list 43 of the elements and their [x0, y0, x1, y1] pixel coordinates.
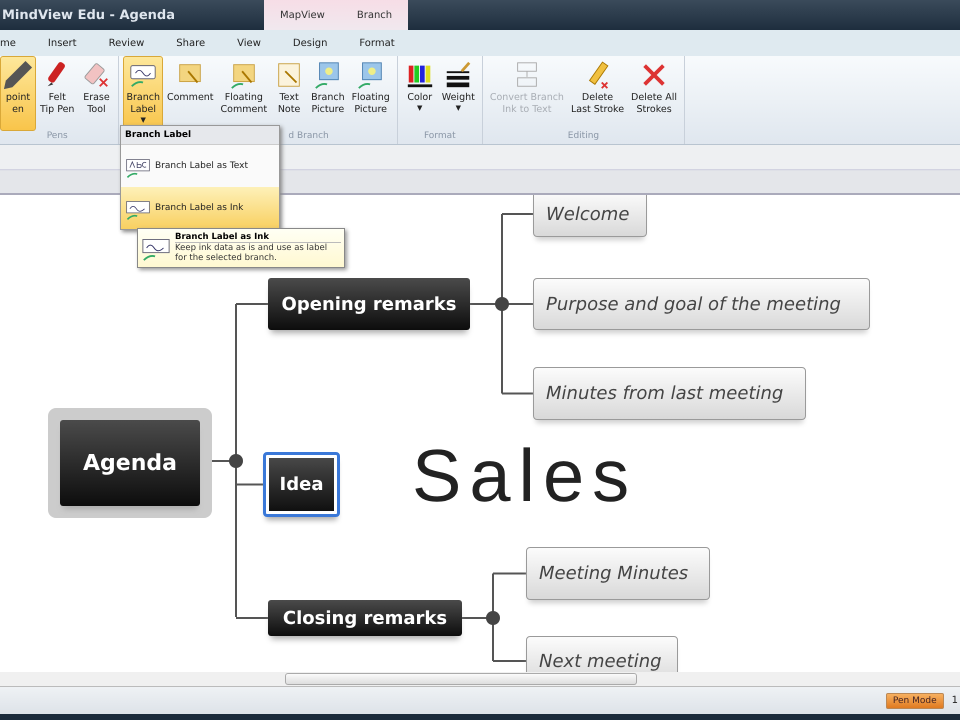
handwritten-text: Sales: [412, 433, 638, 518]
ribbon-tab[interactable]: Design: [276, 34, 344, 52]
ribbon-tab[interactable]: me: [0, 34, 32, 52]
context-tab[interactable]: Branch: [340, 0, 408, 30]
subtopic-node[interactable]: Minutes from last meeting: [533, 367, 806, 420]
ribbon-tab[interactable]: Insert: [32, 34, 93, 52]
ribbon-tab[interactable]: Share: [160, 34, 222, 52]
group-label: Format: [422, 131, 457, 143]
subtopic-node[interactable]: Welcome: [533, 195, 647, 237]
menu-header: Branch Label: [121, 126, 279, 145]
scrollbar-thumb[interactable]: [285, 673, 637, 685]
ribbon-tab[interactable]: View: [221, 34, 277, 52]
branch-node[interactable]: Idea: [263, 452, 340, 517]
menu-item[interactable]: Branch Label as Ink: [121, 187, 279, 229]
branch-node[interactable]: Opening remarks: [268, 278, 470, 330]
ribbon-button[interactable]: point en: [0, 56, 36, 131]
ribbon-button[interactable]: Branch Picture: [308, 56, 348, 131]
junction-dot: [229, 454, 243, 468]
root-node[interactable]: Agenda: [48, 408, 212, 518]
group-label: d Branch: [288, 131, 329, 143]
status-text: 1: [952, 695, 959, 706]
subtopic-node[interactable]: Meeting Minutes: [526, 547, 710, 600]
subtopic-node[interactable]: Next meeting: [526, 636, 678, 672]
menu-item[interactable]: Branch Label as Text: [121, 145, 279, 187]
group-label: Pens: [46, 131, 69, 143]
tooltip-title: Branch Label as Ink: [175, 232, 341, 243]
branch-node[interactable]: Closing remarks: [268, 600, 462, 636]
context-tab[interactable]: MapView: [264, 0, 341, 30]
pen-icon: [3, 60, 33, 90]
window-title: MindView Edu - Agenda: [1, 8, 176, 22]
ribbon-button[interactable]: Delete Last Stroke: [568, 56, 628, 131]
ribbon-button[interactable]: Delete All Strokes: [628, 56, 680, 131]
junction-dot: [495, 297, 509, 311]
ribbon-tab[interactable]: Review: [92, 34, 160, 52]
subtopic-node[interactable]: Purpose and goal of the meeting: [533, 278, 870, 330]
ribbon-button[interactable]: Floating Picture: [348, 56, 393, 131]
ribbon-tab[interactable]: Format: [343, 34, 411, 52]
junction-dot: [486, 611, 500, 625]
ribbon-button[interactable]: Erase Tool: [78, 56, 114, 131]
tooltip-text: Keep ink data as is and use as label for the selected branch.: [175, 243, 328, 263]
group-label: Editing: [566, 131, 600, 143]
ribbon-button[interactable]: Felt Tip Pen: [37, 56, 78, 131]
mode-badge: Pen Mode: [886, 692, 944, 708]
